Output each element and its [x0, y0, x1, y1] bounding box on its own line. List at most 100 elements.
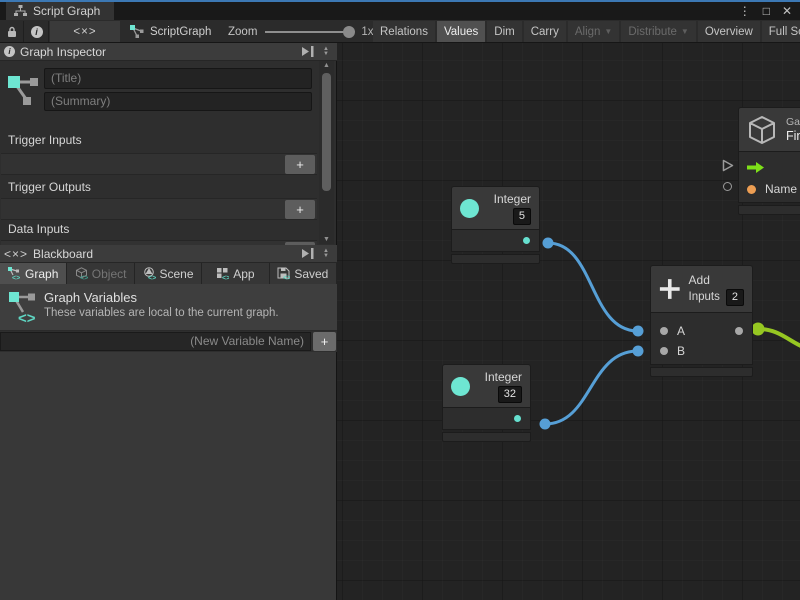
blackboard-scroll-arrows[interactable]: ▲▼ [319, 249, 333, 259]
blackboard-tabs: <> Graph <> Object <> Scene [0, 263, 337, 284]
inspector-dock-icon[interactable] [301, 46, 314, 57]
align-button[interactable]: Align ▼ [568, 21, 620, 42]
tab-saved[interactable]: <> Saved [270, 263, 337, 284]
tab-label: Script Graph [33, 4, 100, 18]
integer-value-input[interactable]: 5 [513, 208, 531, 225]
tab-graph[interactable]: <> Graph [0, 263, 67, 284]
inspector-scroll-arrows[interactable]: ▲▼ [319, 47, 333, 57]
window-close-icon[interactable]: ✕ [782, 4, 792, 18]
relations-button[interactable]: Relations [373, 21, 435, 42]
lock-icon [7, 26, 17, 38]
port-label-b: B [677, 344, 685, 358]
script-graph-window: Script Graph ⋮ □ ✕ i <×> [0, 0, 800, 600]
window-maximize-icon[interactable]: □ [763, 4, 770, 18]
svg-text:<>: <> [222, 275, 229, 280]
node-title: Integer [494, 192, 531, 206]
integer-node-1-header[interactable]: Integer 5 [451, 186, 540, 230]
unconnected-trigger-icon[interactable] [722, 159, 734, 172]
tab-script-graph[interactable]: Script Graph [6, 2, 114, 20]
graph-inspector-header: i Graph Inspector ▲▼ [0, 43, 337, 61]
scrollbar-down-icon[interactable]: ▼ [319, 236, 334, 243]
integer-node-1[interactable]: Integer 5 [451, 186, 540, 264]
zoom-value: 1x [361, 26, 373, 38]
tab-app[interactable]: <> App [202, 263, 269, 284]
node-title: Integer [485, 370, 522, 384]
window-menu-icon[interactable]: ⋮ [739, 4, 751, 18]
add-node-header[interactable]: Add Inputs 2 [650, 265, 753, 313]
distribute-dropdown-icon: ▼ [681, 27, 689, 36]
add-output-port[interactable] [735, 327, 743, 335]
blackboard-empty-area [0, 352, 336, 600]
trigger-outputs-label: Trigger Outputs [8, 180, 91, 194]
variables-icon: <×> [73, 26, 96, 38]
dim-button[interactable]: Dim [487, 21, 521, 42]
integer-output-port[interactable] [523, 237, 530, 244]
title-input[interactable]: (Title) [44, 68, 312, 89]
integer-value-input[interactable]: 32 [498, 386, 522, 403]
graph-tab-icon [14, 5, 27, 17]
new-variable-add-button[interactable]: + [313, 332, 336, 351]
integer-node-2-header[interactable]: Integer 32 [442, 364, 531, 408]
find-node-header[interactable]: GameObject Find [738, 107, 800, 152]
align-dropdown-icon: ▼ [604, 27, 612, 36]
scene-tab-icon: <> [143, 267, 156, 280]
node-footer [442, 432, 531, 442]
trigger-inputs-add-button[interactable]: + [285, 155, 315, 174]
lock-button[interactable] [0, 21, 24, 42]
full-screen-button[interactable]: Full Screen [762, 21, 800, 42]
wire-integer5-to-add-a [548, 243, 638, 331]
trigger-outputs-add-button[interactable]: + [285, 200, 315, 219]
variables-toggle-button[interactable]: <×> [50, 21, 120, 42]
new-variable-input[interactable]: (New Variable Name) [0, 332, 311, 351]
toolbar-buttons: Relations Values Dim Carry Align ▼ Distr… [373, 21, 800, 42]
graph-variables-tab-icon: <> [8, 267, 21, 280]
svg-text:<>: <> [80, 275, 88, 280]
overview-button[interactable]: Overview [698, 21, 760, 42]
inspector-title: Graph Inspector [20, 45, 296, 59]
graph-inspector-body: (Title) (Summary) Trigger Inputs + Trigg… [0, 61, 318, 243]
tab-object[interactable]: <> Object [67, 263, 134, 284]
input-port-b[interactable] [660, 347, 668, 355]
node-title: Find [786, 129, 800, 143]
blackboard-dock-icon[interactable] [301, 248, 314, 259]
zoom-slider[interactable] [265, 31, 353, 33]
zoom-slider-handle[interactable] [343, 26, 355, 38]
titlebar: Script Graph ⋮ □ ✕ [0, 2, 800, 20]
info-button[interactable]: i [25, 21, 49, 42]
scrollbar-up-icon[interactable]: ▲ [319, 62, 334, 69]
add-node[interactable]: Add Inputs 2 A B [650, 265, 753, 377]
inputs-label: Inputs [689, 291, 720, 303]
svg-text:<>: <> [283, 275, 290, 280]
name-input-port[interactable] [747, 185, 756, 194]
integer-icon [451, 377, 470, 396]
find-node-body: Name [738, 152, 800, 203]
graph-name-label: ScriptGraph [150, 26, 211, 38]
inputs-count-input[interactable]: 2 [726, 289, 744, 306]
values-button[interactable]: Values [437, 21, 485, 42]
data-inputs-label: Data Inputs [8, 222, 69, 236]
node-type-label: GameObject [786, 116, 800, 128]
blackboard-header: <×> Blackboard ▲▼ [0, 245, 337, 263]
tab-scene[interactable]: <> Scene [135, 263, 202, 284]
input-port-a[interactable] [660, 327, 668, 335]
zoom-control: Zoom 1x [228, 20, 374, 43]
node-footer [650, 367, 753, 377]
trigger-input-port-icon[interactable] [747, 162, 764, 173]
port-label-name: Name [765, 182, 797, 196]
window-controls: ⋮ □ ✕ [739, 2, 792, 20]
summary-input[interactable]: (Summary) [44, 92, 312, 111]
scrollbar-thumb[interactable] [322, 73, 331, 191]
plus-icon [659, 277, 681, 301]
unconnected-data-icon[interactable] [723, 182, 732, 191]
integer-output-port[interactable] [514, 415, 521, 422]
svg-text:<>: <> [12, 275, 20, 280]
blackboard-variables-icon: <×> [4, 247, 28, 261]
graph-canvas[interactable]: Integer 5 Integer 32 [337, 43, 800, 600]
carry-button[interactable]: Carry [524, 21, 566, 42]
graph-breadcrumb[interactable]: ScriptGraph [130, 20, 211, 43]
gameobject-find-node[interactable]: GameObject Find Name [738, 107, 800, 215]
new-variable-row: (New Variable Name) + [0, 331, 337, 352]
distribute-button[interactable]: Distribute ▼ [621, 21, 696, 42]
info-icon: i [31, 26, 43, 38]
integer-node-2[interactable]: Integer 32 [442, 364, 531, 442]
